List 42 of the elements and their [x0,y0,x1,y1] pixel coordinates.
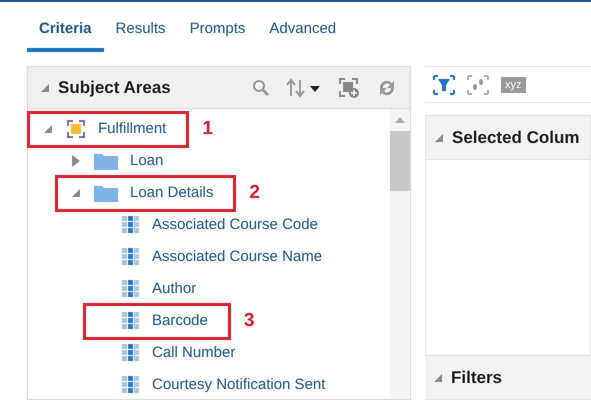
tree-item-label[interactable]: Associated Course Code [152,214,318,236]
collapsed-triangle-icon[interactable] [71,155,81,167]
tab[interactable]: Advanced [257,18,348,52]
tab[interactable]: Prompts [178,18,258,52]
footprints-icon[interactable] [467,74,489,95]
column-icon [122,312,140,330]
tree-item-label[interactable]: Courtesy Notification Sent [152,374,326,396]
scroll-up-icon[interactable] [395,117,405,123]
callout-number: 2 [249,180,260,205]
tree-item-label[interactable]: Author [152,278,196,300]
tree-item-label[interactable]: Fulfillment [98,118,166,140]
expanded-triangle-icon[interactable] [43,124,53,134]
tree-item-label[interactable]: Barcode [152,310,208,332]
callout-number: 1 [202,116,213,141]
folder-icon [94,184,118,202]
folder-icon [94,152,118,170]
tree-item-label[interactable]: Loan [130,150,164,172]
sort-dropdown-icon[interactable] [286,78,322,98]
expanded-triangle-icon[interactable] [434,132,444,143]
column-icon [122,344,140,362]
column-icon [122,376,140,394]
column-icon [122,280,140,298]
tab[interactable]: Results [104,18,178,52]
section-title: Filters [451,366,502,389]
panel-title: Subject Areas [58,76,171,99]
expanded-triangle-icon[interactable] [433,372,443,382]
callout-number: 3 [244,308,254,333]
column-icon [122,216,140,234]
search-icon[interactable] [252,78,270,96]
expanded-triangle-icon[interactable] [40,82,50,92]
filter-icon[interactable] [433,74,455,95]
tree-item-label[interactable]: Call Number [152,342,236,364]
add-frame-icon[interactable] [338,76,360,98]
tab[interactable]: Criteria [27,18,104,52]
scrollbar[interactable] [390,109,410,399]
tree-item-label[interactable]: Loan Details [130,182,214,204]
scroll-thumb[interactable] [390,131,410,191]
column-icon [122,248,140,266]
subject-area-icon [66,119,86,139]
expanded-triangle-icon[interactable] [71,188,81,198]
tree-item-label[interactable]: Associated Course Name [152,246,322,268]
section-title: Selected Colum [452,127,580,150]
